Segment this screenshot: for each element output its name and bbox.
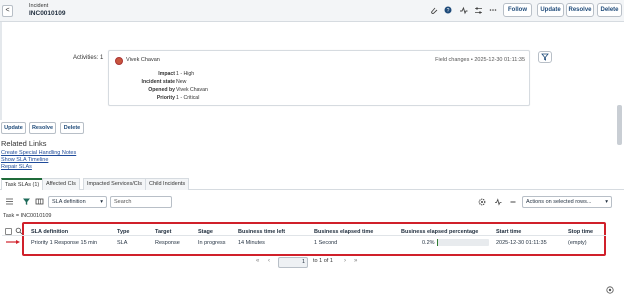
help-circle-icon[interactable] [606,286,614,296]
cell-type: SLA [117,240,128,246]
back-button[interactable]: < [2,5,13,17]
more-options-icon[interactable] [489,6,497,16]
page-number-input[interactable]: 1 [278,257,308,268]
highlight-box [22,222,606,256]
settings-sliders-icon[interactable] [474,6,483,16]
form-header: < Incident INC0010109 ? Follow Update Re… [0,0,624,22]
list-filter-icon[interactable] [22,197,31,208]
activity-meta: Field changes • 2025-12-30 01:11:35 [435,57,525,63]
cell-stage: In progress [198,240,226,246]
cell-start-time: 2025-12-30 01:11:35 [496,240,547,246]
resolve-button[interactable]: Resolve [566,3,594,17]
follow-button[interactable]: Follow [503,3,532,17]
list-search-input[interactable]: Search [110,196,172,208]
tab-child-incidents[interactable]: Child Incidents [145,178,190,190]
cell-business-time-left: 14 Minutes [238,240,265,246]
hamburger-menu-icon[interactable] [5,197,14,208]
link-repair-slas[interactable]: Repair SLAs [1,164,32,170]
red-arrow-icon [6,240,20,244]
form-delete-button[interactable]: Delete [60,122,84,134]
filter-icon [541,53,549,61]
search-field-select[interactable]: SLA definition ▾ [48,196,107,208]
activities-label: Activities: 1 [73,55,104,61]
attachment-icon[interactable] [430,6,438,16]
svg-text:?: ? [447,8,450,14]
next-page-icon[interactable]: › [344,258,346,264]
tab-impacted-services[interactable]: Impacted Services/CIs [83,178,147,190]
record-number: INC0010109 [29,10,66,17]
avatar [115,57,123,65]
last-page-icon[interactable]: » [354,258,357,264]
link-show-sla-timeline[interactable]: Show SLA Timeline [1,157,48,163]
elapsed-progress-bar [437,239,489,246]
form-resolve-button[interactable]: Resolve [29,122,56,134]
form-update-button[interactable]: Update [1,122,26,134]
related-links-title: Related Links [1,139,47,148]
gear-icon[interactable] [478,198,486,208]
chevron-down-icon: ▾ [605,199,608,205]
prev-page-icon[interactable]: ‹ [268,258,270,264]
activity-stream-icon[interactable] [459,6,468,16]
cell-target: Response [155,240,180,246]
first-page-icon[interactable]: « [256,258,259,264]
cell-business-elapsed-percentage: 0.2% [422,240,435,246]
breadcrumb[interactable]: Task = INC0010109 [3,213,51,219]
tab-affected-cis[interactable]: Affected CIs [42,178,80,190]
field-row-opened-by: Opened by Vivek Chavan [148,87,208,93]
field-row-impact: Impact 1 - High [158,71,195,77]
link-create-special-handling-notes[interactable]: Create Special Handling Notes [1,150,76,156]
pager-text: to 1 of 1 [313,258,333,264]
left-accent-bar [0,22,2,120]
activity-user: Vivek Chavan [126,57,160,63]
field-row-incident-state: Incident state New [141,79,187,85]
delete-button[interactable]: Delete [597,3,622,17]
cell-sla-definition[interactable]: Priority 1 Response 15 min [31,240,97,246]
field-row-priority: Priority 1 - Critical [156,95,200,101]
related-list-tabs: Task SLAs (1) Affected CIs Impacted Serv… [0,178,624,190]
actions-on-selected-rows-select[interactable]: Actions on selected rows... ▾ [522,196,612,208]
help-icon[interactable]: ? [444,6,452,16]
select-all-checkbox[interactable] [5,228,12,235]
list-activity-icon[interactable] [494,198,502,208]
minus-icon[interactable] [509,198,517,208]
scrollbar[interactable] [617,105,622,145]
tab-task-slas[interactable]: Task SLAs (1) [1,178,44,190]
activity-card: Vivek Chavan Field changes • 2025-12-30 … [108,50,530,106]
column-options-icon[interactable] [35,197,44,208]
chevron-down-icon: ▾ [100,199,103,205]
cell-stop-time: (empty) [568,240,587,246]
cell-business-elapsed-time: 1 Second [314,240,338,246]
update-button[interactable]: Update [537,3,564,17]
activity-filter-button[interactable] [538,51,552,63]
record-type: Incident [29,3,49,9]
header-divider [2,235,606,236]
